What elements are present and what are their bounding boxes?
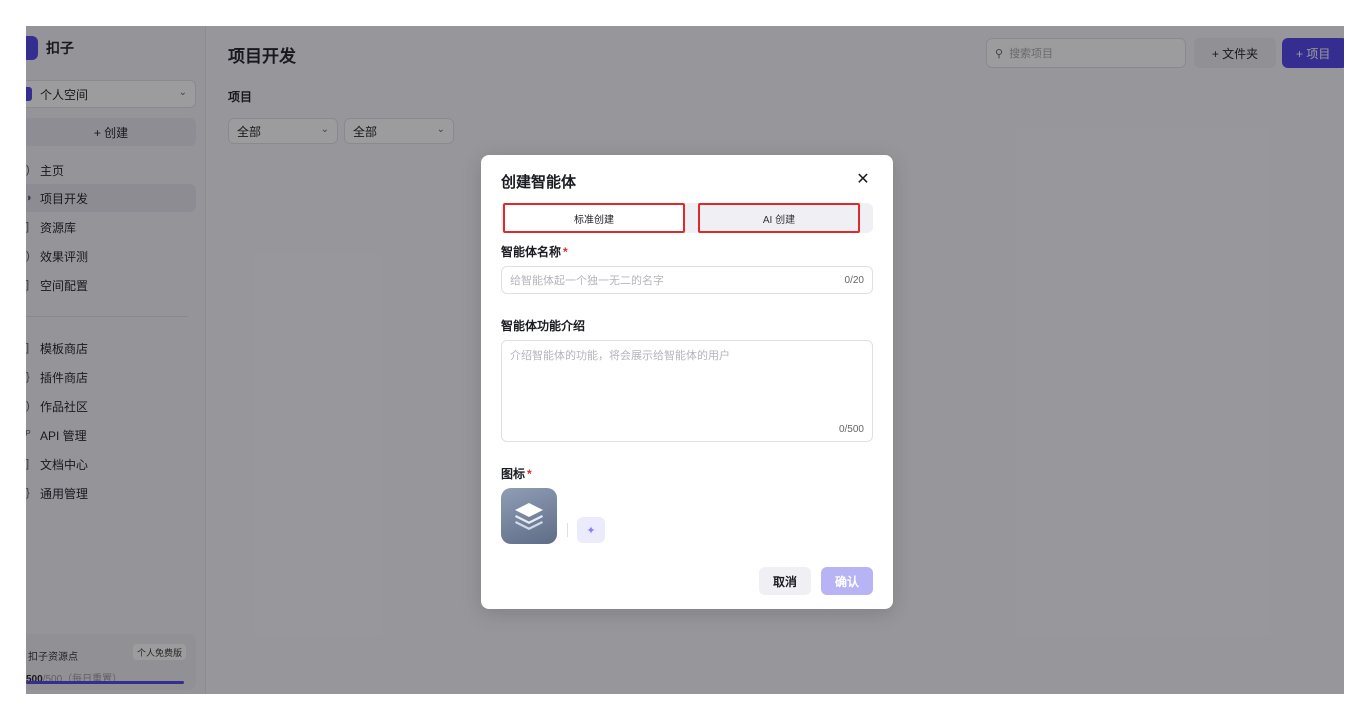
tab-ai-create[interactable]: AI 创建 [698, 203, 860, 233]
icon-separator [567, 523, 568, 537]
desc-counter: 0/500 [838, 424, 864, 435]
icon-label: 图标 * [501, 465, 532, 482]
tab-standard-create[interactable]: 标准创建 [503, 203, 685, 233]
agent-name-input[interactable]: 给智能体起一个独一无二的名字 0/20 [501, 266, 873, 294]
sparkle-icon: ✦ [586, 524, 596, 537]
desc-label: 智能体功能介绍 [501, 319, 586, 333]
app-window: 扣子 个人空间 ⌄ + 创建 ) 主页 ◗ 项目开发 ] 资源库 ) 效果评测 … [26, 26, 1344, 694]
agent-description-textarea[interactable]: 介绍智能体的功能，将会展示给智能体的用户 0/500 [501, 340, 873, 442]
agent-avatar[interactable] [501, 488, 557, 544]
create-mode-tabs: 标准创建 AI 创建 [501, 203, 873, 233]
cancel-button[interactable]: 取消 [759, 567, 811, 595]
icon-label-text: 图标 [501, 467, 526, 481]
ai-generate-icon-button[interactable]: ✦ [577, 517, 605, 543]
required-mark: * [527, 467, 532, 481]
name-label-text: 智能体名称 [501, 245, 562, 259]
close-icon[interactable]: ✕ [855, 169, 871, 189]
layers-icon [515, 503, 543, 530]
name-placeholder: 给智能体起一个独一无二的名字 [510, 275, 664, 287]
name-label: 智能体名称 * [501, 243, 568, 260]
required-mark: * [563, 245, 568, 259]
name-counter: 0/20 [844, 274, 864, 286]
confirm-button[interactable]: 确认 [821, 567, 873, 595]
create-agent-dialog: 创建智能体 ✕ 标准创建 AI 创建 智能体名称 * 给智能体起一个独一无二的名字… [481, 155, 893, 609]
desc-placeholder: 介绍智能体的功能，将会展示给智能体的用户 [510, 350, 730, 362]
dialog-title: 创建智能体 [501, 174, 577, 191]
